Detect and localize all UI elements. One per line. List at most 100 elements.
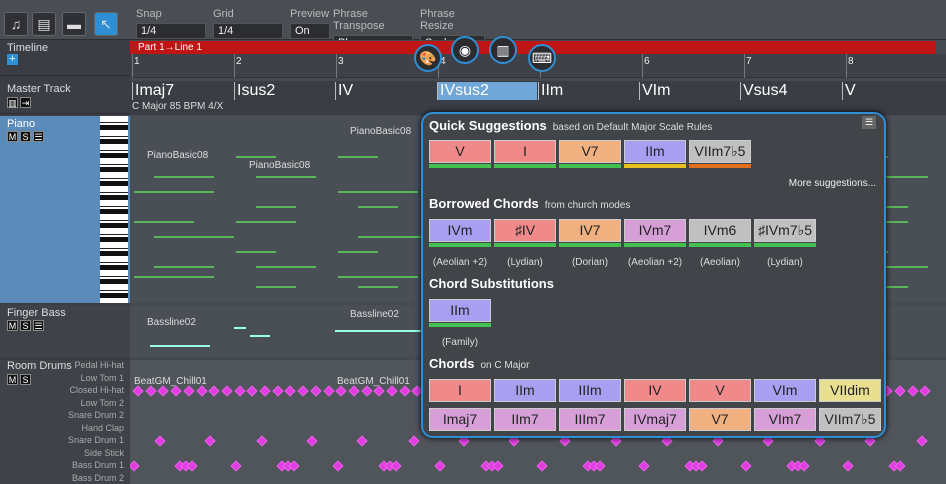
add-icon[interactable]: + [7,54,18,65]
midi-note [256,176,316,178]
clip-bass[interactable]: Bassline02 [335,309,399,320]
menu-icon[interactable]: ☰ [33,131,44,142]
clip-piano[interactable]: PianoBasic08 [335,126,411,137]
drum-hit [408,435,420,447]
ruler-tick [744,54,745,78]
chord-mode-label: (Aeolian) [699,257,741,268]
chord-button[interactable]: VIm [754,379,816,402]
clip-piano[interactable]: PianoBasic08 [234,160,310,171]
clip-drums[interactable]: BeatGM_Chill01 [132,376,207,387]
chord-button[interactable]: ♯IV [494,219,556,242]
chord-cell[interactable]: VIm [639,82,670,100]
drum-hit [256,435,268,447]
chord-button[interactable]: Imaj7 [429,408,491,431]
menu-icon[interactable]: ☰ [862,116,876,129]
chord-button[interactable]: I [429,379,491,402]
piano-icon[interactable]: ▥ [489,36,517,64]
chord-mode-label: (Dorian) [571,257,609,268]
arrow-icon[interactable]: ⇥ [20,97,31,108]
drum-hit [221,385,233,397]
chord-button[interactable]: IIm [494,379,556,402]
chord-button[interactable]: IVmaj7 [624,408,686,431]
mute-button[interactable]: M [7,374,18,385]
ruler-number: 1 [134,56,140,67]
chord-cell[interactable]: Vsus4 [740,82,787,100]
chord-button[interactable]: VIm7 [754,408,816,431]
midi-note [358,286,398,288]
chord-mode-label: (Family) [441,337,479,348]
solo-button[interactable]: S [20,320,31,331]
chord-cell[interactable]: V [842,82,856,100]
track-headers: Timeline + Master Track ▥ ⇥ Piano M S ☰ Fin… [0,40,130,484]
room-drums-track-label: Room Drums [7,360,72,372]
drum-lane-label: Low Tom 2 [80,397,124,408]
chord-button[interactable]: IVm [429,219,491,242]
chord-button[interactable]: V [429,140,491,163]
preview-label: Preview [290,8,330,20]
preview-select[interactable]: On [290,23,330,39]
keyboard-icon[interactable]: ⌨ [528,44,556,72]
chord-fit-bar [429,164,491,168]
midi-note [256,286,296,288]
chord-cell[interactable]: Imaj7 [132,82,174,100]
room-drums-track-header[interactable]: Room Drums MS Pedal Hi-hat Low Tom 1 Close… [0,360,130,484]
chord-button[interactable]: IVm6 [689,219,751,242]
chord-button[interactable]: ♯IVm7♭5 [754,219,816,242]
clip-piano[interactable]: PianoBasic08 [132,150,208,161]
master-track-header[interactable]: Master Track ▥ ⇥ [0,80,130,114]
layers-icon[interactable]: ▬ [62,12,86,36]
drum-hit [259,385,271,397]
drum-hit [399,385,411,397]
finger-bass-track-header[interactable]: Finger Bass M S ☰ [0,305,130,357]
chord-cell[interactable]: IIm [538,82,563,100]
clip-drums[interactable]: BeatGM_Chill01 [335,376,410,387]
chord-cell[interactable]: IV [335,82,353,100]
ruler-number: 2 [236,56,242,67]
clip-bass[interactable]: Bassline02 [132,317,196,328]
chord-cell[interactable]: IVsus2 [437,82,537,100]
chord-button[interactable]: IV [624,379,686,402]
music-note-icon[interactable]: ♫ [4,12,28,36]
menu-icon[interactable]: ☰ [33,320,44,331]
chord-button[interactable]: I [494,140,556,163]
midi-note [154,266,214,268]
snap-control: Snap 1/4 [136,8,206,39]
solo-button[interactable]: S [20,374,31,385]
chord-cell[interactable]: Isus2 [234,82,275,100]
keyboard-icon[interactable]: ▥ [7,97,18,108]
piano-track-header[interactable]: Piano M S ☰ [0,116,130,303]
snap-select[interactable]: 1/4 [136,23,206,39]
drum-hit [894,385,906,397]
drum-hit [306,435,318,447]
drum-hit [919,385,932,397]
solo-button[interactable]: S [20,131,31,142]
drum-hit [130,460,140,472]
palette-icon[interactable]: 🎨 [414,44,442,72]
chord-button[interactable]: IIIm [559,379,621,402]
mute-button[interactable]: M [7,131,18,142]
chord-button[interactable]: V7 [689,408,751,431]
chord-button[interactable]: V7 [559,140,621,163]
chord-button[interactable]: VIIdim [819,379,881,402]
grid-select[interactable]: 1/4 [213,23,283,39]
mute-button[interactable]: M [7,320,18,331]
pointer-tool-icon[interactable]: ↖ [94,12,118,36]
chord-fit-bar [559,164,621,168]
chord-button[interactable]: IIIm7 [559,408,621,431]
track-list-icon[interactable]: ▤ [32,12,56,36]
chord-fit-bar [689,243,751,247]
chord-button[interactable]: IIm [429,299,491,322]
chord-button[interactable]: VIIm7♭5 [819,408,881,431]
chord-button[interactable]: IIm [624,140,686,163]
more-suggestions-link[interactable]: More suggestions... [789,178,876,189]
chord-button[interactable]: IIm7 [494,408,556,431]
chord-button[interactable]: IVm7 [624,219,686,242]
chord-button[interactable]: IV7 [559,219,621,242]
ruler-number: 7 [746,56,752,67]
chord-button[interactable]: V [689,379,751,402]
chord-fit-bar [624,243,686,247]
piano-keyboard [100,116,128,303]
chord-button[interactable]: VIIm7♭5 [689,140,751,163]
speaker-icon[interactable]: ◉ [451,36,479,64]
drum-hit [373,385,385,397]
